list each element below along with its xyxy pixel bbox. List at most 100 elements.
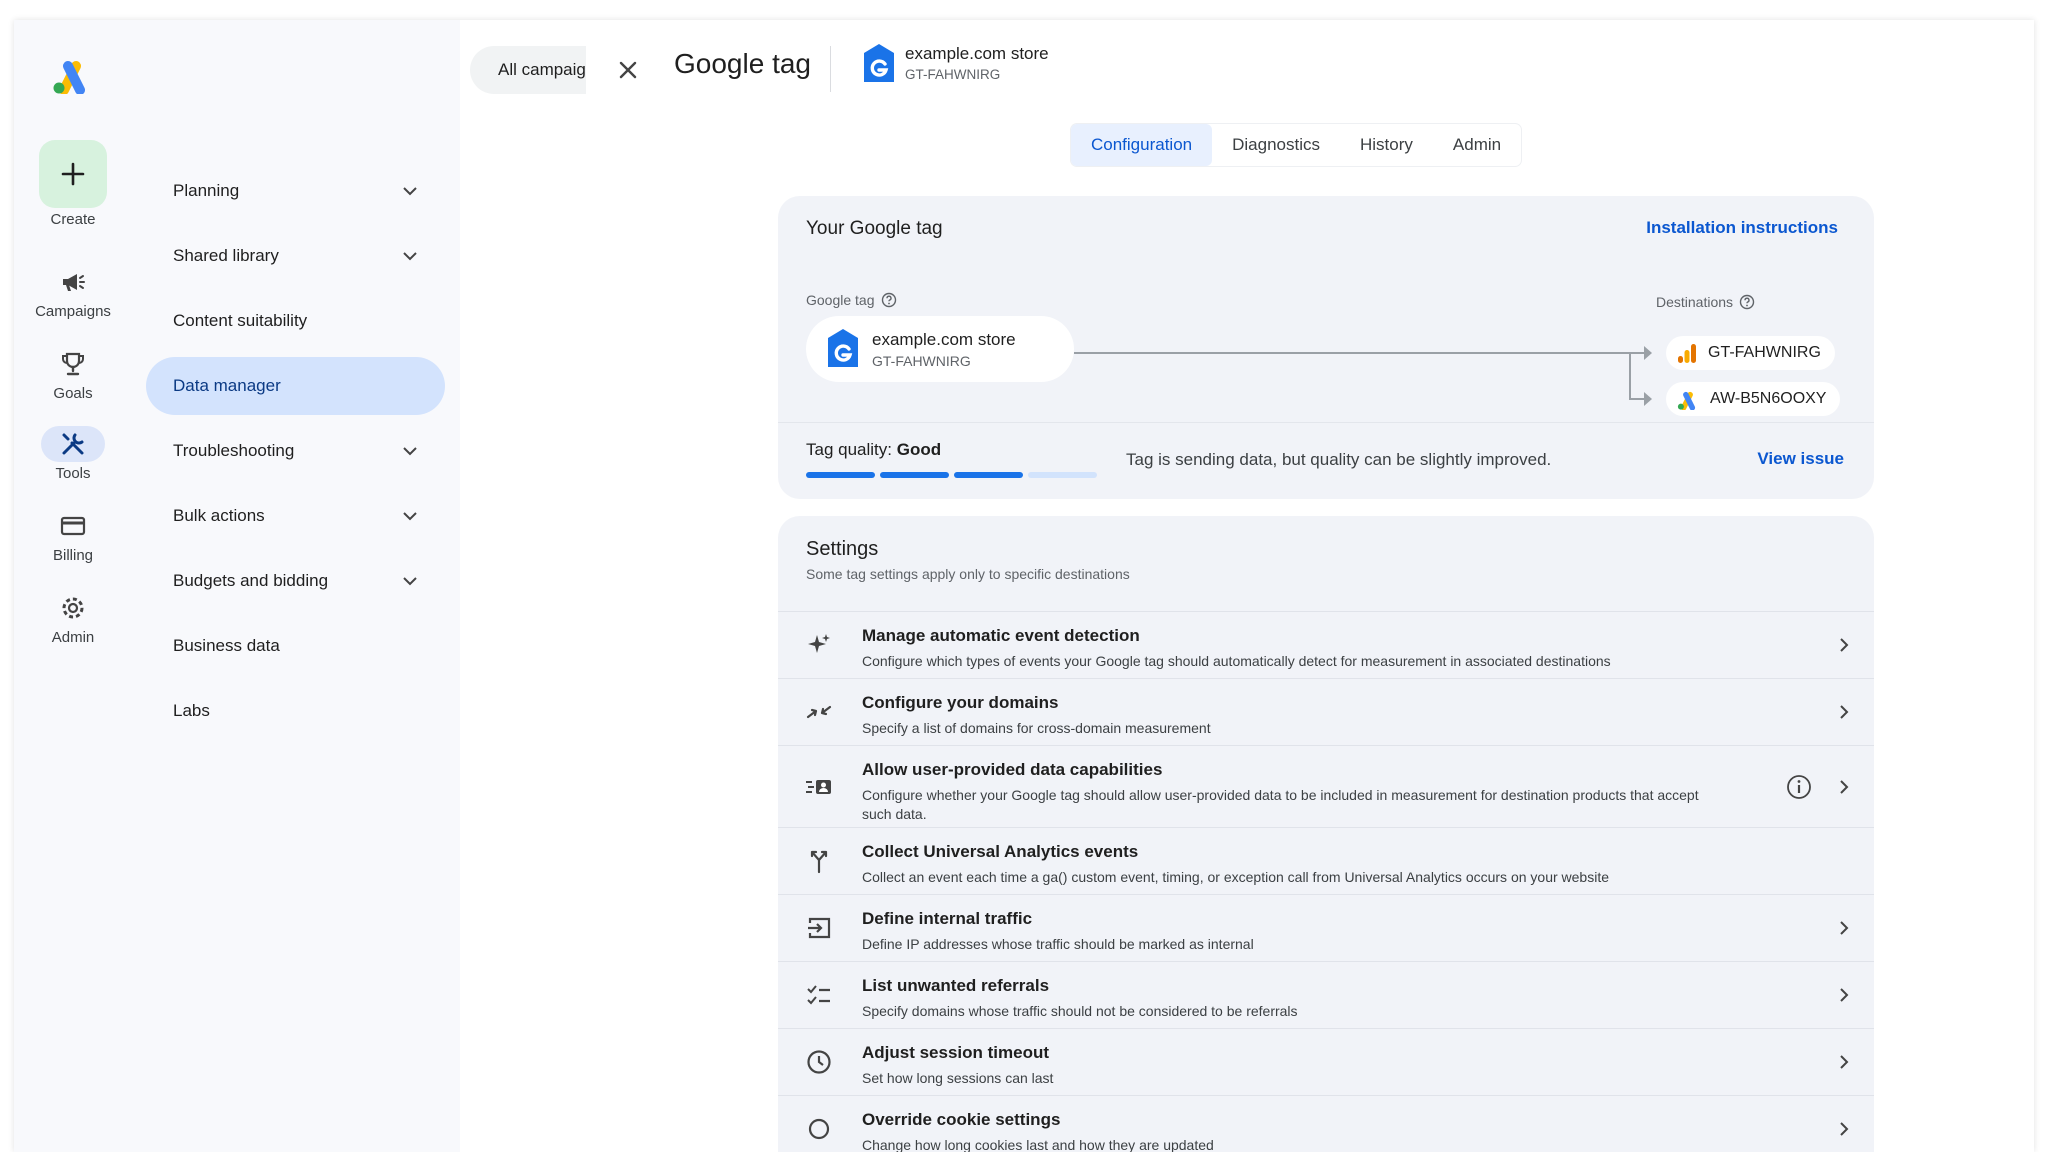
rail-billing[interactable]: Billing: [14, 508, 132, 564]
rail-label: Campaigns: [35, 303, 111, 320]
setting-text: Collect Universal Analytics events Colle…: [862, 842, 1724, 887]
page-title: Google tag: [674, 48, 811, 79]
destination-chip[interactable]: AW-B5N6OOXY: [1666, 382, 1841, 416]
rail-label: Billing: [52, 547, 94, 564]
megaphone-icon: [41, 264, 105, 300]
nav-item-labs[interactable]: Labs: [146, 682, 445, 740]
setting-text: Adjust session timeout Set how long sess…: [862, 1043, 1724, 1088]
app-window: Create Campaigns Goals Tools Billing Adm…: [14, 20, 2034, 1152]
setting-text: List unwanted referrals Specify domains …: [862, 976, 1724, 1021]
settings-title: Settings: [806, 538, 879, 560]
setting-title: Adjust session timeout: [862, 1043, 1050, 1062]
tag-source-text: example.com store GT-FAHWNIRG: [872, 330, 1016, 369]
rail-create[interactable]: Create: [14, 140, 132, 228]
setting-desc: Collect an event each time a ga() custom…: [862, 869, 1609, 885]
rail-admin[interactable]: Admin: [14, 590, 132, 646]
setting-text: Override cookie settings Change how long…: [862, 1110, 1724, 1152]
rail-label: Goals: [53, 385, 93, 402]
destination-id: AW-B5N6OOXY: [1710, 390, 1827, 407]
tag-id: GT-FAHWNIRG: [872, 352, 971, 369]
quality-segment: [954, 472, 1023, 478]
nav-item-label: Troubleshooting: [173, 441, 295, 460]
close-button[interactable]: [610, 52, 646, 88]
nav-item-label: Data manager: [173, 376, 281, 395]
google-tag-card: Your Google tag Installation instruction…: [778, 196, 1874, 499]
setting-row-user-data[interactable]: Allow user-provided data capabilities Co…: [778, 745, 1874, 827]
setting-text: Manage automatic event detection Configu…: [862, 626, 1724, 671]
setting-row-unwanted-referrals[interactable]: List unwanted referrals Specify domains …: [778, 961, 1874, 1028]
setting-text: Configure your domains Specify a list of…: [862, 693, 1724, 738]
merge-arrows-icon: [804, 697, 834, 727]
setting-desc: Set how long sessions can last: [862, 1070, 1054, 1086]
left-rail: Create Campaigns Goals Tools Billing Adm…: [14, 20, 132, 1152]
chevron-right-icon: [1840, 1055, 1849, 1069]
nav-item-label: Shared library: [173, 246, 279, 265]
quality-segment: [1028, 472, 1097, 478]
user-data-icon: [804, 772, 834, 802]
setting-row-domains[interactable]: Configure your domains Specify a list of…: [778, 678, 1874, 745]
nav-item-business-data[interactable]: Business data: [146, 617, 445, 675]
nav-item-label: Business data: [173, 636, 280, 655]
rail-label: Create: [50, 211, 96, 228]
nav-item-budgets-and-bidding[interactable]: Budgets and bidding: [146, 552, 445, 610]
fork-icon: [804, 846, 834, 876]
setting-title: Allow user-provided data capabilities: [862, 760, 1163, 779]
rail-tools[interactable]: Tools: [14, 426, 132, 482]
nav-item-troubleshooting[interactable]: Troubleshooting: [146, 422, 445, 480]
chevron-right-icon: [1840, 1122, 1849, 1136]
google-tag-icon: [864, 44, 894, 82]
rail-campaigns[interactable]: Campaigns: [14, 264, 132, 320]
nav-panel: Planning Shared library Content suitabil…: [132, 20, 460, 1152]
nav-item-bulk-actions[interactable]: Bulk actions: [146, 487, 445, 545]
credit-card-icon: [41, 508, 105, 544]
tab-admin[interactable]: Admin: [1433, 124, 1521, 166]
tab-history[interactable]: History: [1340, 124, 1433, 166]
nav-item-data-manager[interactable]: Data manager: [146, 357, 445, 415]
setting-desc: Change how long cookies last and how the…: [862, 1137, 1214, 1152]
chevron-down-icon: [403, 512, 417, 521]
clock-icon: [804, 1047, 834, 1077]
setting-row-internal-traffic[interactable]: Define internal traffic Define IP addres…: [778, 894, 1874, 961]
chevron-right-icon: [1840, 705, 1849, 719]
campaign-selector[interactable]: All campaigns: [470, 46, 586, 94]
circle-icon: [804, 1114, 834, 1144]
checklist-icon: [804, 980, 834, 1010]
tab-bar: Configuration Diagnostics History Admin: [1071, 124, 1522, 166]
tag-source-chip[interactable]: example.com store GT-FAHWNIRG: [806, 316, 1074, 382]
header-store-id: GT-FAHWNIRG: [905, 67, 1001, 82]
chevron-right-icon: [1840, 921, 1849, 935]
tag-quality-value: Good: [896, 440, 942, 459]
info-icon[interactable]: [1786, 774, 1812, 800]
plus-icon: [39, 140, 107, 208]
destination-chip[interactable]: GT-FAHWNIRG: [1666, 336, 1835, 370]
tag-quality-prefix: Tag quality:: [806, 440, 892, 459]
setting-row-universal-analytics[interactable]: Collect Universal Analytics events Colle…: [778, 827, 1874, 894]
tab-diagnostics[interactable]: Diagnostics: [1212, 124, 1340, 166]
sparkle-icon: [804, 630, 834, 660]
chevron-down-icon: [403, 577, 417, 586]
setting-title: Define internal traffic: [862, 909, 1033, 928]
destination-id: GT-FAHWNIRG: [1708, 344, 1821, 361]
setting-desc: Specify a list of domains for cross-doma…: [862, 720, 1211, 736]
nav-item-content-suitability[interactable]: Content suitability: [146, 292, 445, 350]
chevron-down-icon: [403, 252, 417, 261]
rail-label: Tools: [55, 465, 91, 482]
google-ads-logo[interactable]: [50, 54, 94, 94]
nav-item-shared-library[interactable]: Shared library: [146, 227, 445, 285]
close-icon: [619, 61, 637, 79]
setting-text: Allow user-provided data capabilities Co…: [862, 760, 1724, 824]
nav-item-label: Planning: [173, 181, 240, 200]
rail-goals[interactable]: Goals: [14, 346, 132, 402]
view-issue-link[interactable]: View issue: [1757, 449, 1844, 469]
setting-row-cookie-settings[interactable]: Override cookie settings Change how long…: [778, 1095, 1874, 1152]
setting-row-event-detection[interactable]: Manage automatic event detection Configu…: [778, 611, 1874, 678]
header-store-name: example.com store: [905, 44, 1049, 63]
setting-title: Configure your domains: [862, 693, 1059, 712]
setting-desc: Specify domains whose traffic should not…: [862, 1003, 1298, 1019]
setting-row-session-timeout[interactable]: Adjust session timeout Set how long sess…: [778, 1028, 1874, 1095]
nav-item-planning[interactable]: Planning: [146, 162, 445, 220]
tab-configuration[interactable]: Configuration: [1071, 124, 1213, 166]
setting-desc: Configure which types of events your Goo…: [862, 653, 1611, 669]
setting-text: Define internal traffic Define IP addres…: [862, 909, 1724, 954]
tag-quality-meter: [806, 472, 1097, 478]
